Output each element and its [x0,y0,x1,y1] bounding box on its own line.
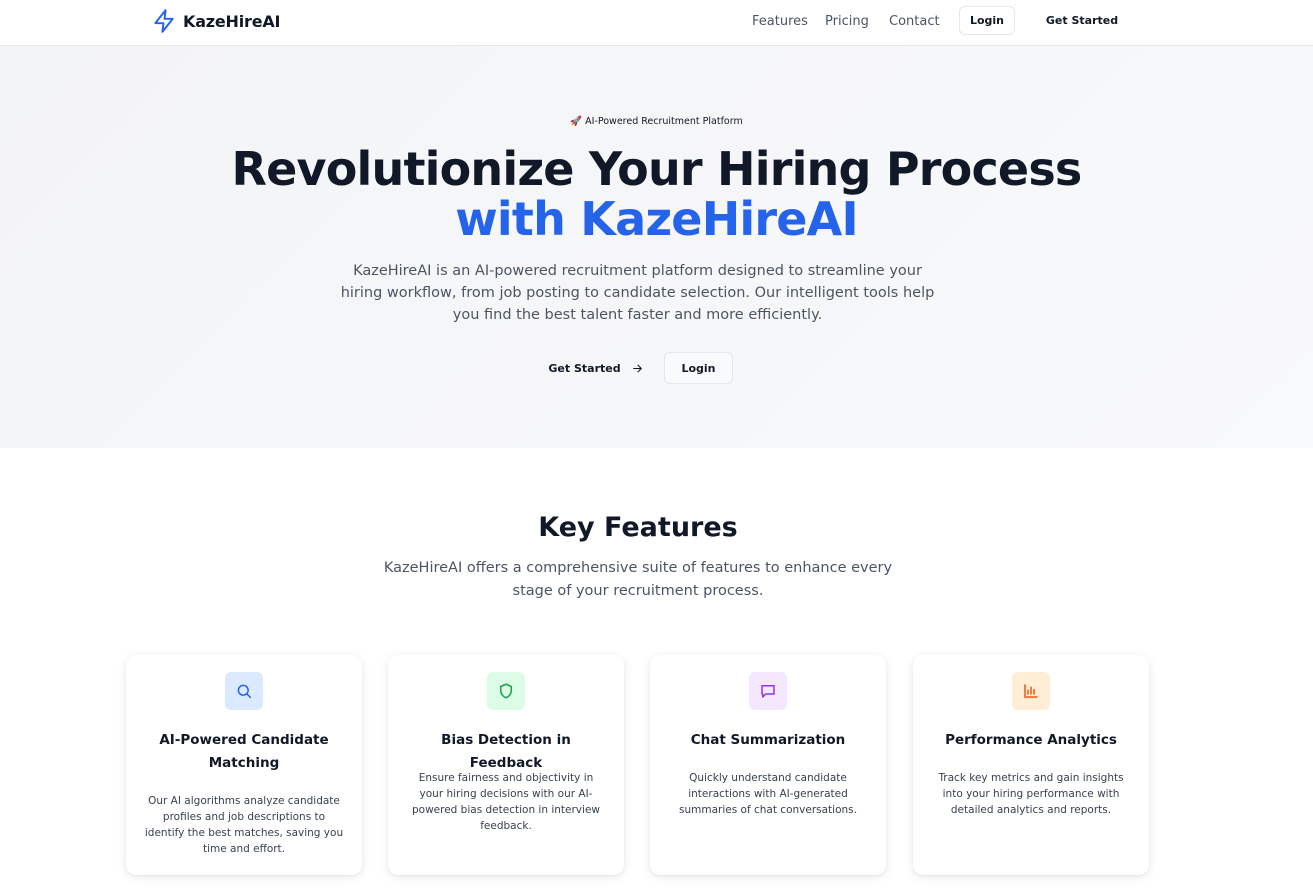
feature-card-candidate-matching: AI-Powered Candidate Matching Our AI alg… [126,655,362,875]
nav-link-features[interactable]: Features [752,14,808,29]
hero-get-started-label: Get Started [548,361,621,375]
feature-icon-box [1012,672,1050,710]
hero-section: 🚀 AI-Powered Recruitment Platform Revolu… [0,46,1313,448]
feature-card-chat-summarization: Chat Summarization Quickly understand ca… [650,655,886,875]
feature-card-description: Quickly understand candidate interaction… [679,772,857,816]
arrow-right-icon [632,364,642,372]
feature-card-title: Performance Analytics [945,732,1117,748]
feature-icon-box [225,672,263,710]
feature-card-bias-detection: Bias Detection in Feedback Ensure fairne… [388,655,624,875]
feature-card-title: AI-Powered Candidate Matching [159,732,329,771]
features-title: Key Features [538,512,738,543]
hero-badge: 🚀 AI-Powered Recruitment Platform [570,116,743,127]
feature-card-description: Our AI algorithms analyze candidate prof… [144,795,344,855]
nav-get-started-button[interactable]: Get Started [1044,6,1120,35]
nav-link-pricing[interactable]: Pricing [825,14,869,29]
bar-chart-icon [1024,684,1038,698]
lightning-bolt-icon [154,9,174,33]
feature-icon-box [487,672,525,710]
hero-get-started-button[interactable]: Get Started [543,352,649,384]
brand-name: KazeHireAI [183,11,281,31]
feature-card-description: Ensure fairness and objectivity in your … [412,772,600,832]
feature-card-performance-analytics: Performance Analytics Track key metrics … [913,655,1149,875]
hero-title-line1: Revolutionize Your Hiring Process [231,142,1083,196]
hero-login-button[interactable]: Login [664,352,733,384]
nav-link-contact[interactable]: Contact [889,14,940,29]
top-navbar: KazeHireAI Features Pricing Contact Logi… [0,0,1313,46]
feature-card-description: Track key metrics and gain insights into… [938,772,1124,816]
shield-icon [500,683,512,699]
feature-card-title: Bias Detection in Feedback [441,732,571,771]
hero-title-line2: with KazeHireAI [455,192,858,246]
feature-icon-box [749,672,787,710]
search-icon [237,684,252,699]
message-square-icon [761,685,775,698]
features-description: KazeHireAI offers a comprehensive suite … [383,560,893,599]
feature-card-title: Chat Summarization [690,732,846,748]
nav-login-button[interactable]: Login [959,6,1015,35]
brand-logo-link[interactable]: KazeHireAI [151,8,281,34]
hero-description: KazeHireAI is an AI-powered recruitment … [340,263,935,323]
